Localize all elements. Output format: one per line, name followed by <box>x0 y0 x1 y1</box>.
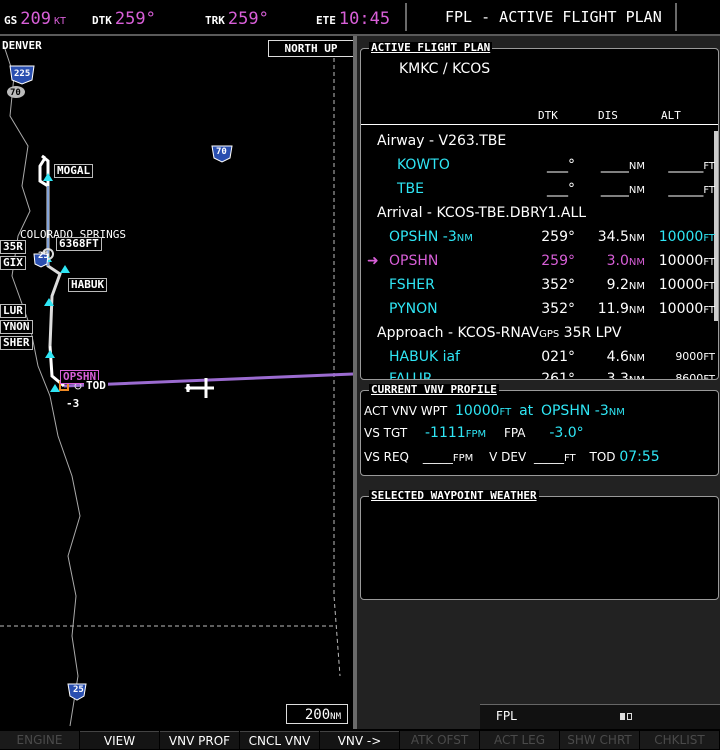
ground-speed-field: GS 209 KT <box>4 3 66 31</box>
flight-plan-panel: ACTIVE FLIGHT PLAN KMKC / KCOS DTK DIS A… <box>357 36 720 729</box>
map-range[interactable]: 200NM <box>286 704 348 724</box>
map-label-fsher: SHER <box>0 336 33 350</box>
vs-required-row: VS REQ _____FPM V DEV _____FT TOD 07:55 <box>364 449 660 465</box>
flight-plan-row[interactable]: HABUK iaf 021° 4.6NM 9000FT <box>361 345 717 369</box>
navigation-map[interactable]: DENVER 225 70 70 MOGAL COLORADO SPRINGS … <box>0 36 355 729</box>
softkey-atk-ofst[interactable]: ATK OFST <box>400 731 479 749</box>
softkey-shw-chrt[interactable]: SHW CHRT <box>560 731 639 749</box>
column-header-dis: DIS <box>598 109 618 122</box>
softkey-vnv-prof[interactable]: VNV PROF <box>160 731 239 749</box>
flight-plan-row[interactable]: KOWTO ___° ____NM _____FT <box>361 153 717 177</box>
map-label-habuk: HABUK <box>68 278 108 292</box>
leg-header-arrival[interactable]: Arrival - KCOS-TBE.DBRY1.ALL <box>361 201 717 225</box>
gs-label: GS <box>4 14 18 27</box>
map-label-elevation: 6368FT <box>56 237 102 251</box>
vnv-profile-box: CURRENT VNV PROFILE ACT VNV WPT 10000FT … <box>360 384 719 476</box>
ete-label: ETE <box>316 14 336 27</box>
page-indicator-icon <box>627 713 632 720</box>
track-field: TRK 259° <box>205 3 269 31</box>
map-label-denver: DENVER <box>2 39 42 52</box>
dtk-value: 259° <box>114 9 156 29</box>
ete-field: ETE 10:45 <box>316 3 390 31</box>
box-title: CURRENT VNV PROFILE <box>369 383 499 396</box>
page-indicator-icon <box>620 713 625 720</box>
flight-plan-row[interactable]: PYNON 352° 11.9NM 10000FT <box>361 297 717 321</box>
leg-header-approach[interactable]: Approach - KCOS-RNAVGPS 35R LPV <box>361 321 717 345</box>
flight-plan-row[interactable]: OPSHN -3NM 259° 34.5NM 10000FT <box>361 225 717 249</box>
softkey-cncl-vnv[interactable]: CNCL VNV <box>240 731 319 749</box>
map-label-tod: TOD <box>84 379 108 392</box>
map-label-35r: 35R <box>0 240 26 254</box>
map-label-hwy225: 225 <box>14 69 31 79</box>
map-label-hwy25: 25 <box>73 685 84 695</box>
flight-plan-row[interactable]: TBE ___° ____NM _____FT <box>361 177 717 201</box>
leg-header-airway[interactable]: Airway - V263.TBE <box>361 129 717 153</box>
softkey-vnv-direct[interactable]: VNV -> <box>320 731 399 749</box>
range-value: 200 <box>304 707 331 723</box>
waypoint-weather-box: SELECTED WAYPOINT WEATHER <box>360 490 719 600</box>
range-unit: NM <box>330 712 341 722</box>
ete-value: 10:45 <box>338 9 391 29</box>
column-header-dtk: DTK <box>538 109 558 122</box>
gs-value: 209 <box>20 9 51 29</box>
divider <box>361 124 718 125</box>
box-title: ACTIVE FLIGHT PLAN <box>369 41 493 54</box>
vs-target-row: VS TGT -1111FPM FPA -3.0° <box>364 425 584 441</box>
desired-track-field: DTK 259° <box>92 3 156 31</box>
map-label-hwy70: 70 <box>10 88 21 98</box>
trk-label: TRK <box>205 14 225 27</box>
map-label-hwy70: 70 <box>216 147 227 157</box>
act-vnv-wpt-row: ACT VNV WPT 10000FT at OPSHN -3NM <box>364 403 625 419</box>
map-label-mogal: MOGAL <box>54 164 94 178</box>
active-leg-arrow-icon: ➜ <box>367 253 379 269</box>
column-header-alt: ALT <box>661 109 681 122</box>
flight-plan-row[interactable]: FALUR 261° 3.3NM 8600FT <box>361 367 717 379</box>
map-graphics <box>0 45 354 727</box>
map-label-gix: GIX <box>0 256 26 270</box>
softkey-bar: ENGINE VIEW VNV PROF CNCL VNV VNV -> ATK… <box>0 731 720 749</box>
page-group-label: FPL <box>496 709 517 723</box>
divider <box>405 3 407 31</box>
flight-plan-row-active[interactable]: ➜ OPSHN 259° 3.0NM 10000FT <box>361 249 717 273</box>
box-title: SELECTED WAYPOINT WEATHER <box>369 489 539 502</box>
softkey-engine[interactable]: ENGINE <box>0 731 79 749</box>
gs-unit: KT <box>53 16 67 27</box>
softkey-chklist[interactable]: CHKLIST <box>640 731 719 749</box>
page-title: FPL - ACTIVE FLIGHT PLAN <box>445 8 662 26</box>
map-label-minus3: -3 <box>66 397 80 410</box>
north-up-indicator[interactable]: NORTH UP <box>268 40 354 57</box>
map-label-falur: LUR <box>0 304 26 318</box>
flight-plan-row[interactable]: FSHER 352° 9.2NM 10000FT <box>361 273 717 297</box>
map-label-hwy25: 25 <box>38 251 49 261</box>
trk-value: 259° <box>227 9 269 29</box>
map-label-pynon: YNON <box>0 320 33 334</box>
softkey-view[interactable]: VIEW <box>80 731 159 749</box>
top-status-bar: GS 209 KT DTK 259° TRK 259° ETE 10:45 FPL… <box>0 0 720 36</box>
dtk-label: DTK <box>92 14 112 27</box>
page-group-bar: FPL <box>480 704 720 729</box>
route-title: KMKC / KCOS <box>399 61 491 77</box>
active-flight-plan-box: ACTIVE FLIGHT PLAN KMKC / KCOS DTK DIS A… <box>360 42 719 380</box>
softkey-act-leg[interactable]: ACT LEG <box>480 731 559 749</box>
